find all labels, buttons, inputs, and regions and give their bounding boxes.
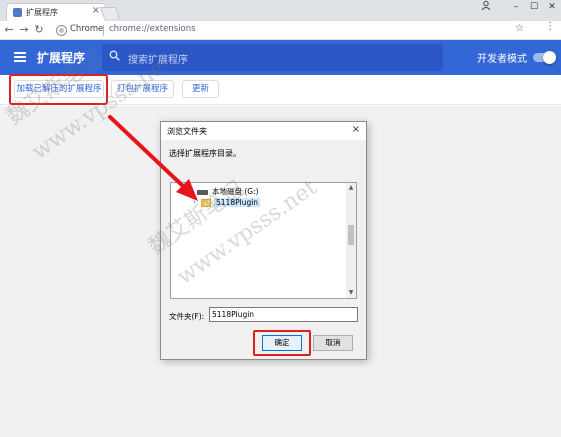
more-menu-icon[interactable]: ⋮ [545, 21, 555, 32]
omnibox-site-chip: Chrome [70, 24, 104, 34]
navigation-bar: ← → ↻ Chrome chrome://extensions ☆ ⋮ [0, 21, 561, 40]
address-bar[interactable]: Chrome chrome://extensions ☆ [53, 23, 548, 38]
toggle-knob [543, 51, 556, 64]
drive-icon [197, 189, 208, 195]
minimize-icon[interactable]: – [507, 0, 525, 14]
hamburger-menu-icon[interactable] [14, 52, 26, 62]
folder-tree[interactable]: ⌄ 本地磁盘 (G:) › 5118Plugin ▲ ▼ [170, 182, 357, 299]
dialog-close-icon[interactable]: × [352, 124, 360, 135]
tree-item-drive[interactable]: ⌄ 本地磁盘 (G:) [188, 186, 259, 198]
dialog-titlebar: 浏览文件夹 × [161, 122, 366, 140]
tab-extensions[interactable]: 扩展程序 × [6, 3, 106, 21]
browse-folder-dialog: 浏览文件夹 × 选择扩展程序目录。 ⌄ 本地磁盘 (G:) › 5118Plug… [160, 121, 367, 360]
update-button[interactable]: 更新 [182, 80, 219, 98]
new-tab-button[interactable] [99, 7, 121, 19]
pack-extension-button[interactable]: 打包扩展程序 [111, 80, 174, 98]
folder-field-label: 文件夹(F): [169, 312, 205, 321]
tree-item-label: 本地磁盘 (G:) [212, 187, 259, 196]
account-icon[interactable] [481, 0, 491, 10]
tree-item-label: 5118Plugin [214, 198, 261, 207]
maximize-icon[interactable]: ☐ [525, 0, 543, 14]
folder-field[interactable]: 5118Plugin [209, 307, 358, 322]
tree-item-5118plugin[interactable]: › 5118Plugin [193, 198, 261, 210]
tab-title: 扩展程序 [26, 8, 58, 17]
bookmark-star-icon[interactable]: ☆ [515, 23, 524, 34]
collapse-chevron-icon[interactable]: › [193, 198, 196, 206]
close-window-icon[interactable]: ✕ [543, 0, 561, 14]
developer-mode-toggle[interactable] [533, 51, 556, 64]
expand-chevron-icon[interactable]: ⌄ [188, 186, 194, 194]
back-icon[interactable]: ← [3, 22, 15, 38]
scroll-thumb[interactable] [348, 225, 354, 245]
cancel-button[interactable]: 取消 [313, 335, 353, 351]
folder-icon [201, 199, 211, 207]
search-input[interactable]: 搜索扩展程序 [102, 44, 443, 71]
dialog-title: 浏览文件夹 [167, 127, 207, 136]
scroll-up-icon[interactable]: ▲ [346, 183, 356, 193]
browser-window: 扩展程序 × – ☐ ✕ ← → ↻ Chrome chrome://exten… [0, 0, 561, 437]
search-placeholder: 搜索扩展程序 [128, 55, 188, 66]
omnibox-url[interactable]: chrome://extensions [109, 24, 196, 34]
dialog-prompt: 选择扩展程序目录。 [169, 149, 241, 158]
page-title: 扩展程序 [37, 51, 86, 65]
developer-mode-label: 开发者模式 [477, 54, 527, 65]
reload-icon[interactable]: ↻ [33, 22, 45, 38]
highlight-ok-button [253, 330, 311, 356]
forward-icon[interactable]: → [18, 22, 30, 38]
scroll-down-icon[interactable]: ▼ [346, 288, 356, 298]
highlight-load-unpacked [9, 74, 108, 105]
chrome-icon [57, 26, 66, 35]
omnibox-divider [103, 25, 104, 36]
extensions-header: 扩展程序 搜索扩展程序 开发者模式 [0, 40, 561, 75]
window-controls: – ☐ ✕ [507, 0, 561, 14]
search-icon [109, 50, 120, 61]
tree-scrollbar[interactable]: ▲ ▼ [346, 183, 356, 298]
puzzle-icon [13, 8, 22, 17]
tab-strip: 扩展程序 × – ☐ ✕ [0, 0, 561, 21]
